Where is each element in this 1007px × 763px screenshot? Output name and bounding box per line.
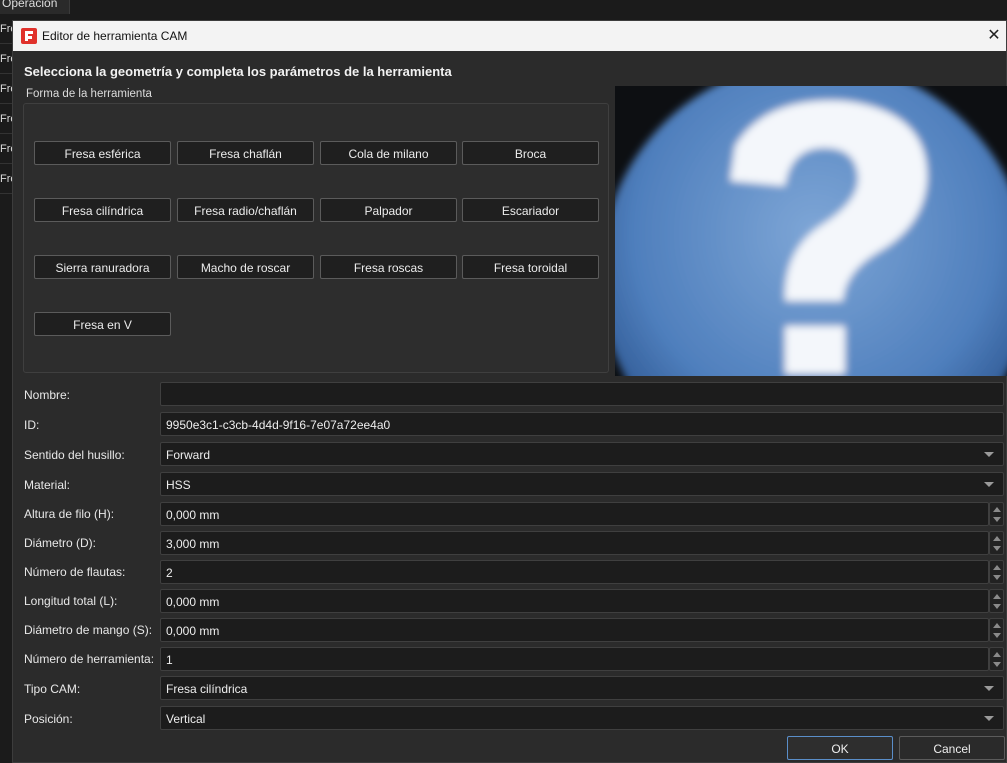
dialog-title: Editor de herramienta CAM bbox=[42, 29, 188, 43]
diametro-label: Diámetro (D): bbox=[24, 536, 97, 550]
list-item[interactable]: Fres bbox=[0, 164, 12, 194]
shape-button-fresa-en-v[interactable]: Fresa en V bbox=[34, 312, 171, 336]
shape-button-fresa-toroidal[interactable]: Fresa toroidal bbox=[462, 255, 599, 279]
arrow-up-icon[interactable] bbox=[993, 507, 1001, 512]
list-item[interactable]: Fres bbox=[0, 44, 12, 74]
flautas-stepper[interactable] bbox=[989, 560, 1004, 584]
arrow-down-icon[interactable] bbox=[993, 633, 1001, 638]
chevron-down-icon bbox=[984, 482, 994, 487]
tool-shape-group: Fresa esférica Fresa chaflán Cola de mil… bbox=[23, 103, 609, 373]
arrow-up-icon[interactable] bbox=[993, 565, 1001, 570]
shape-button-fresa-radio-chaflan[interactable]: Fresa radio/chaflán bbox=[177, 198, 314, 222]
list-item-label: Fres bbox=[0, 143, 12, 155]
arrow-down-icon[interactable] bbox=[993, 517, 1001, 522]
longitud-value: 0,000 mm bbox=[166, 595, 220, 609]
shape-button-broca[interactable]: Broca bbox=[462, 141, 599, 165]
dialog-heading: Selecciona la geometría y completa los p… bbox=[24, 64, 452, 79]
arrow-down-icon[interactable] bbox=[993, 575, 1001, 580]
chevron-down-icon bbox=[984, 716, 994, 721]
shape-button-palpador[interactable]: Palpador bbox=[320, 198, 457, 222]
list-item[interactable]: Fres bbox=[0, 14, 12, 44]
nombre-label: Nombre: bbox=[24, 388, 71, 402]
operation-tab[interactable]: Operación bbox=[0, 0, 70, 14]
diametro-stepper[interactable] bbox=[989, 531, 1004, 555]
arrow-down-icon[interactable] bbox=[993, 662, 1001, 667]
shape-button-fresa-roscas[interactable]: Fresa roscas bbox=[320, 255, 457, 279]
posicion-label: Posición: bbox=[24, 712, 73, 726]
nombre-input[interactable] bbox=[160, 382, 1004, 406]
title-bar[interactable]: Editor de herramienta CAM ✕ bbox=[13, 21, 1006, 51]
arrow-up-icon[interactable] bbox=[993, 652, 1001, 657]
shape-button-fresa-cilindrica[interactable]: Fresa cilíndrica bbox=[34, 198, 171, 222]
close-icon: ✕ bbox=[987, 27, 1001, 44]
diametro-value: 3,000 mm bbox=[166, 537, 220, 551]
question-mark-icon bbox=[615, 86, 1007, 376]
close-button[interactable]: ✕ bbox=[982, 21, 1006, 51]
list-item-label: Fres bbox=[0, 173, 12, 185]
altura-value: 0,000 mm bbox=[166, 508, 220, 522]
cancel-button[interactable]: Cancel bbox=[899, 736, 1005, 760]
flautas-label: Número de flautas: bbox=[24, 565, 126, 579]
arrow-up-icon[interactable] bbox=[993, 536, 1001, 541]
posicion-select[interactable]: Vertical bbox=[160, 706, 1004, 730]
mango-label: Diámetro de mango (S): bbox=[24, 623, 153, 637]
id-label: ID: bbox=[24, 418, 40, 432]
posicion-value: Vertical bbox=[166, 712, 206, 726]
list-item[interactable]: Fres bbox=[0, 104, 12, 134]
shape-button-macho-de-roscar[interactable]: Macho de roscar bbox=[177, 255, 314, 279]
altura-stepper[interactable] bbox=[989, 502, 1004, 526]
chevron-down-icon bbox=[984, 452, 994, 457]
longitud-label: Longitud total (L): bbox=[24, 594, 118, 608]
tool-preview bbox=[615, 86, 1007, 376]
tipo-cam-label: Tipo CAM: bbox=[24, 682, 81, 696]
list-item-label: Fres bbox=[0, 83, 12, 95]
arrow-down-icon[interactable] bbox=[993, 604, 1001, 609]
diametro-spinbox[interactable]: 3,000 mm bbox=[160, 531, 989, 555]
longitud-stepper[interactable] bbox=[989, 589, 1004, 613]
id-input[interactable]: 9950e3c1-c3cb-4d4d-9f16-7e07a72ee4a0 bbox=[160, 412, 1004, 436]
sentido-select[interactable]: Forward bbox=[160, 442, 1004, 466]
sentido-label: Sentido del husillo: bbox=[24, 448, 125, 462]
flautas-spinbox[interactable]: 2 bbox=[160, 560, 989, 584]
flautas-value: 2 bbox=[166, 566, 173, 580]
sentido-value: Forward bbox=[166, 448, 211, 462]
arrow-up-icon[interactable] bbox=[993, 623, 1001, 628]
num-herramienta-label: Número de herramienta: bbox=[24, 652, 155, 666]
arrow-down-icon[interactable] bbox=[993, 546, 1001, 551]
ok-button[interactable]: OK bbox=[787, 736, 893, 760]
altura-label: Altura de filo (H): bbox=[24, 507, 115, 521]
mango-spinbox[interactable]: 0,000 mm bbox=[160, 618, 989, 642]
background-operation-list: Fres Fres Fres Fres Fres Fres bbox=[0, 14, 12, 194]
material-value: HSS bbox=[166, 478, 191, 492]
altura-spinbox[interactable]: 0,000 mm bbox=[160, 502, 989, 526]
material-select[interactable]: HSS bbox=[160, 472, 1004, 496]
app-logo-icon bbox=[21, 28, 37, 44]
mango-stepper[interactable] bbox=[989, 618, 1004, 642]
tool-shape-group-label: Forma de la herramienta bbox=[26, 88, 152, 100]
list-item-label: Fres bbox=[0, 23, 12, 35]
tipo-cam-value: Fresa cilíndrica bbox=[166, 682, 248, 696]
shape-button-escariador[interactable]: Escariador bbox=[462, 198, 599, 222]
list-item-label: Fres bbox=[0, 113, 12, 125]
list-item[interactable]: Fres bbox=[0, 74, 12, 104]
mango-value: 0,000 mm bbox=[166, 624, 220, 638]
shape-button-cola-de-milano[interactable]: Cola de milano bbox=[320, 141, 457, 165]
shape-button-sierra-ranuradora[interactable]: Sierra ranuradora bbox=[34, 255, 171, 279]
list-item-label: Fres bbox=[0, 53, 12, 65]
list-item[interactable]: Fres bbox=[0, 134, 12, 164]
shape-button-fresa-esferica[interactable]: Fresa esférica bbox=[34, 141, 171, 165]
id-value: 9950e3c1-c3cb-4d4d-9f16-7e07a72ee4a0 bbox=[166, 418, 391, 432]
num-herramienta-value: 1 bbox=[166, 653, 173, 667]
num-herramienta-stepper[interactable] bbox=[989, 647, 1004, 671]
material-label: Material: bbox=[24, 478, 71, 492]
operation-tab-label: Operación bbox=[2, 0, 58, 10]
chevron-down-icon bbox=[984, 686, 994, 691]
cam-tool-editor-dialog: Editor de herramienta CAM ✕ Selecciona l… bbox=[12, 20, 1007, 763]
num-herramienta-spinbox[interactable]: 1 bbox=[160, 647, 989, 671]
shape-button-fresa-chaflan[interactable]: Fresa chaflán bbox=[177, 141, 314, 165]
tipo-cam-select[interactable]: Fresa cilíndrica bbox=[160, 676, 1004, 700]
longitud-spinbox[interactable]: 0,000 mm bbox=[160, 589, 989, 613]
arrow-up-icon[interactable] bbox=[993, 594, 1001, 599]
